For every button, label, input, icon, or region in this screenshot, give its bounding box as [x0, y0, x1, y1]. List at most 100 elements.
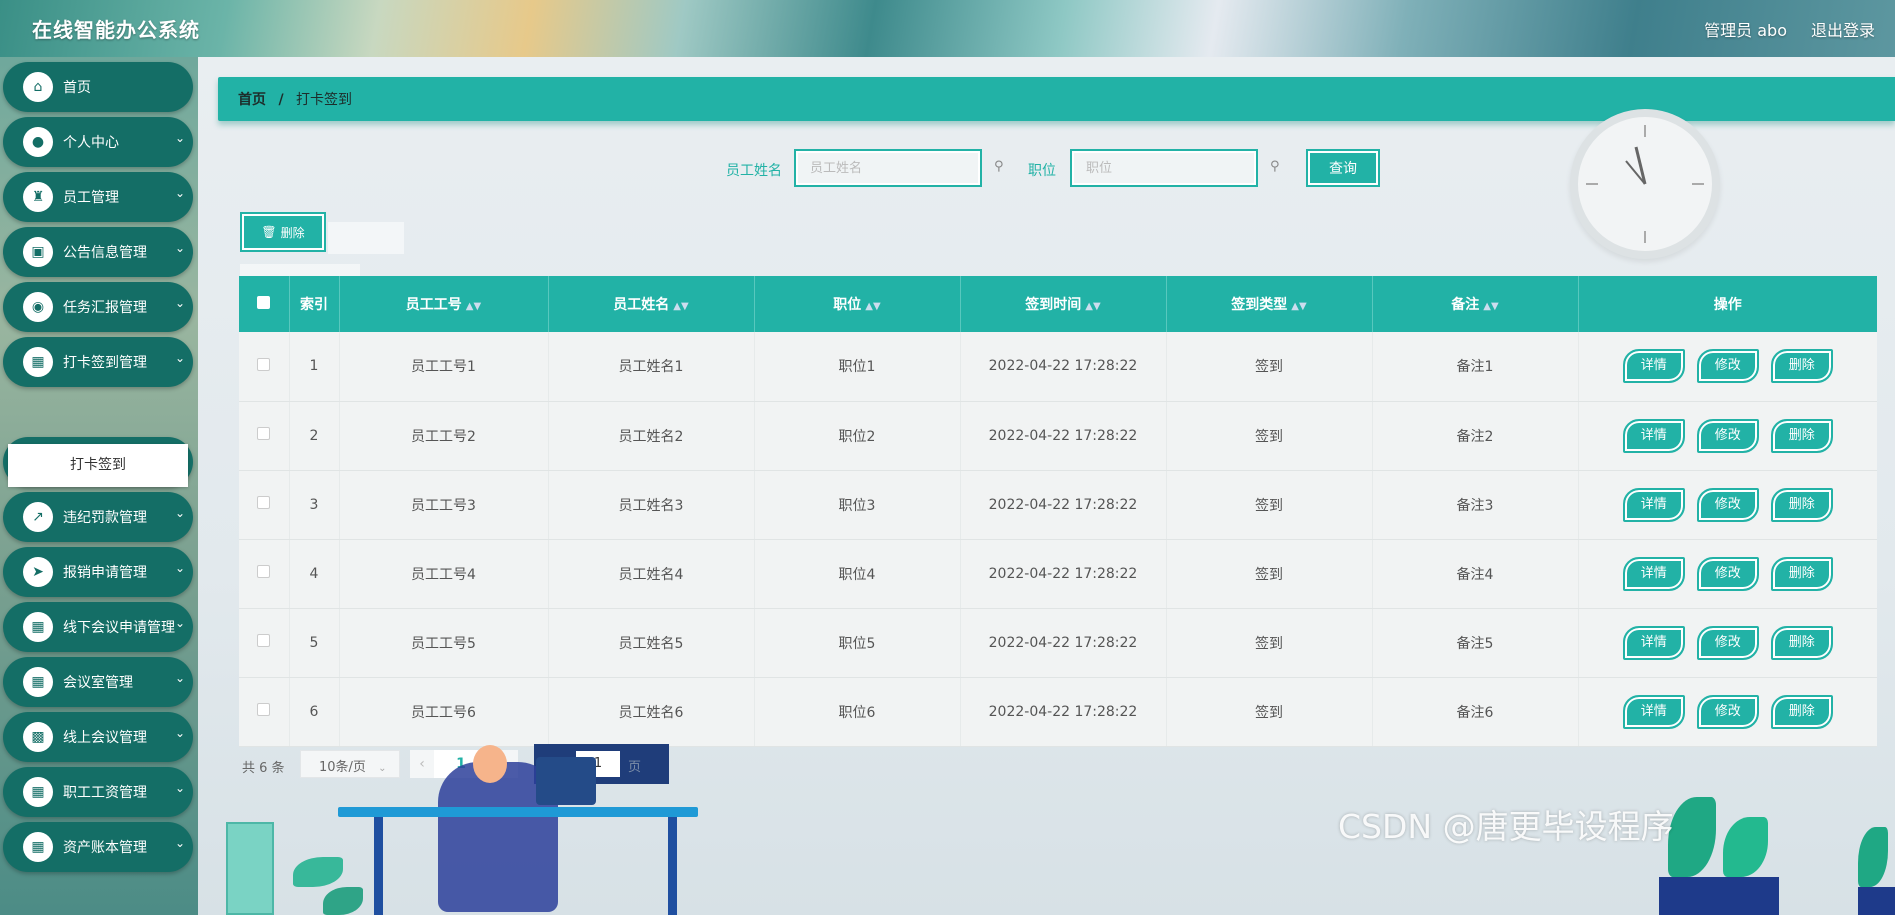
sidebar-item-0[interactable]: ⌂ 首页 — [3, 62, 193, 112]
row-select-cell[interactable] — [239, 332, 290, 402]
col-employee-no[interactable]: 员工工号 ▲▼ — [339, 276, 549, 332]
table-header-row: 索引 员工工号 ▲▼ 员工姓名 ▲▼ 职位 ▲▼ 签到时间 ▲▼ 签到类型 ▲▼ 备注 ▲▼… — [239, 276, 1877, 332]
grid-icon: ▦ — [23, 777, 53, 807]
employee-name-label: 员工姓名 — [726, 163, 782, 179]
select-all-checkbox[interactable] — [257, 295, 271, 309]
sort-icon[interactable]: ▲▼ — [1483, 301, 1498, 312]
sidebar-item-1[interactable]: ● 个人中心 ⌄ — [3, 117, 193, 167]
position-input[interactable] — [1070, 149, 1258, 187]
prev-page-button[interactable]: ‹ — [410, 750, 434, 778]
cell-index: 5 — [289, 608, 340, 678]
row-select-cell[interactable] — [239, 539, 290, 609]
delete-button[interactable]: 删除 — [1770, 556, 1833, 591]
select-all-cell[interactable] — [239, 276, 290, 332]
breadcrumb-current: 打卡签到 — [296, 92, 353, 108]
delete-button[interactable]: 删除 — [1770, 418, 1833, 453]
table-row: 4 员工工号4 员工姓名4 职位4 2022-04-22 17:28:22 签到 备注4 详情… — [239, 539, 1877, 609]
delete-button[interactable]: 删除 — [1770, 625, 1833, 660]
total-count: 共 6 条 — [242, 761, 285, 776]
sidebar-item-3[interactable]: ▣ 公告信息管理 ⌄ — [3, 227, 193, 277]
table-row: 6 员工工号6 员工姓名6 职位6 2022-04-22 17:28:22 签到 备注6 详情… — [239, 677, 1877, 747]
col-checkin-time[interactable]: 签到时间 ▲▼ — [960, 276, 1167, 332]
cell-actions: 详情 修改 删除 — [1578, 608, 1877, 678]
cell-checkin-type: 签到 — [1166, 470, 1373, 540]
bar-chart-icon: ▩ — [23, 722, 53, 752]
detail-button[interactable]: 详情 — [1622, 694, 1685, 729]
page-size-select[interactable]: 10条/页 ⌄ — [300, 750, 400, 778]
row-checkbox[interactable] — [257, 427, 271, 440]
logout-link[interactable]: 退出登录 — [1811, 17, 1875, 41]
sidebar-item-label: 资产账本管理 — [63, 840, 147, 856]
edit-button[interactable]: 修改 — [1696, 487, 1759, 522]
sidebar-item-13[interactable]: ▦ 资产账本管理 ⌄ — [3, 822, 193, 872]
col-employee-name[interactable]: 员工姓名 ▲▼ — [548, 276, 755, 332]
sidebar-item-4[interactable]: ◉ 任务汇报管理 ⌄ — [3, 282, 193, 332]
send-icon: ➤ — [23, 557, 53, 587]
edit-button[interactable]: 修改 — [1696, 625, 1759, 660]
chevron-down-icon: ⌄ — [174, 131, 185, 145]
detail-button[interactable]: 详情 — [1622, 487, 1685, 522]
cell-index: 3 — [289, 470, 340, 540]
row-checkbox[interactable] — [257, 565, 271, 578]
sort-icon[interactable]: ▲▼ — [1085, 301, 1100, 312]
cell-note: 备注5 — [1372, 608, 1579, 678]
cell-index: 4 — [289, 539, 340, 609]
col-note[interactable]: 备注 ▲▼ — [1372, 276, 1579, 332]
batch-delete-button[interactable]: 🗑 删除 — [240, 212, 326, 252]
cell-note: 备注4 — [1372, 539, 1579, 609]
submenu-item-checkin[interactable]: 打卡签到 — [8, 444, 188, 487]
cell-employee-name: 员工姓名6 — [548, 677, 755, 747]
desk-illustration — [338, 807, 698, 817]
row-select-cell[interactable] — [239, 470, 290, 540]
detail-button[interactable]: 详情 — [1622, 625, 1685, 660]
row-checkbox[interactable] — [257, 634, 271, 647]
detail-button[interactable]: 详情 — [1622, 418, 1685, 453]
detail-button[interactable]: 详情 — [1622, 349, 1685, 384]
query-button[interactable]: 查询 — [1306, 149, 1380, 187]
sidebar-item-8[interactable]: ➤ 报销申请管理 ⌄ — [3, 547, 193, 597]
row-select-cell[interactable] — [239, 677, 290, 747]
cell-position: 职位6 — [754, 677, 961, 747]
chart-icon: ↗ — [23, 502, 53, 532]
decorative-block — [240, 264, 360, 276]
delete-button[interactable]: 删除 — [1770, 694, 1833, 729]
sidebar-item-2[interactable]: ♜ 员工管理 ⌄ — [3, 172, 193, 222]
sort-icon[interactable]: ▲▼ — [1291, 301, 1306, 312]
detail-button[interactable]: 详情 — [1622, 556, 1685, 591]
table-row: 3 员工工号3 员工姓名3 职位3 2022-04-22 17:28:22 签到 备注3 详情… — [239, 470, 1877, 540]
col-position[interactable]: 职位 ▲▼ — [754, 276, 961, 332]
row-select-cell[interactable] — [239, 401, 290, 471]
grid-icon: ▦ — [23, 832, 53, 862]
row-checkbox[interactable] — [257, 496, 271, 509]
sidebar-item-label: 职工工资管理 — [63, 785, 147, 801]
goto-suffix: 页 — [628, 760, 642, 775]
sort-icon[interactable]: ▲▼ — [673, 301, 688, 312]
employee-name-input[interactable] — [794, 149, 982, 187]
batch-delete-label: 删除 — [280, 225, 305, 240]
sidebar-item-5[interactable]: ▦ 打卡签到管理 ⌄ — [3, 337, 193, 387]
sidebar-item-label: 违纪罚款管理 — [63, 510, 147, 526]
edit-button[interactable]: 修改 — [1696, 694, 1759, 729]
sidebar-item-12[interactable]: ▦ 职工工资管理 ⌄ — [3, 767, 193, 817]
sidebar-item-7[interactable]: ↗ 违纪罚款管理 ⌄ — [3, 492, 193, 542]
col-checkin-type[interactable]: 签到类型 ▲▼ — [1166, 276, 1373, 332]
chevron-down-icon: ⌄ — [174, 351, 185, 365]
row-checkbox[interactable] — [257, 703, 271, 716]
chevron-down-icon: ⌄ — [174, 506, 185, 520]
row-select-cell[interactable] — [239, 608, 290, 678]
delete-button[interactable]: 删除 — [1770, 349, 1833, 384]
edit-button[interactable]: 修改 — [1696, 349, 1759, 384]
sort-icon[interactable]: ▲▼ — [466, 301, 481, 312]
cell-employee-name: 员工姓名1 — [548, 332, 755, 402]
row-checkbox[interactable] — [257, 357, 271, 371]
sidebar-item-10[interactable]: ▦ 会议室管理 ⌄ — [3, 657, 193, 707]
cell-actions: 详情 修改 删除 — [1578, 677, 1877, 747]
sidebar-item-9[interactable]: ▦ 线下会议申请管理 ⌄ — [3, 602, 193, 652]
edit-button[interactable]: 修改 — [1696, 418, 1759, 453]
breadcrumb-home[interactable]: 首页 — [238, 92, 266, 108]
sort-icon[interactable]: ▲▼ — [865, 301, 880, 312]
sidebar-item-11[interactable]: ▩ 线上会议管理 ⌄ — [3, 712, 193, 762]
delete-button[interactable]: 删除 — [1770, 487, 1833, 522]
cell-index: 1 — [289, 332, 340, 402]
edit-button[interactable]: 修改 — [1696, 556, 1759, 591]
